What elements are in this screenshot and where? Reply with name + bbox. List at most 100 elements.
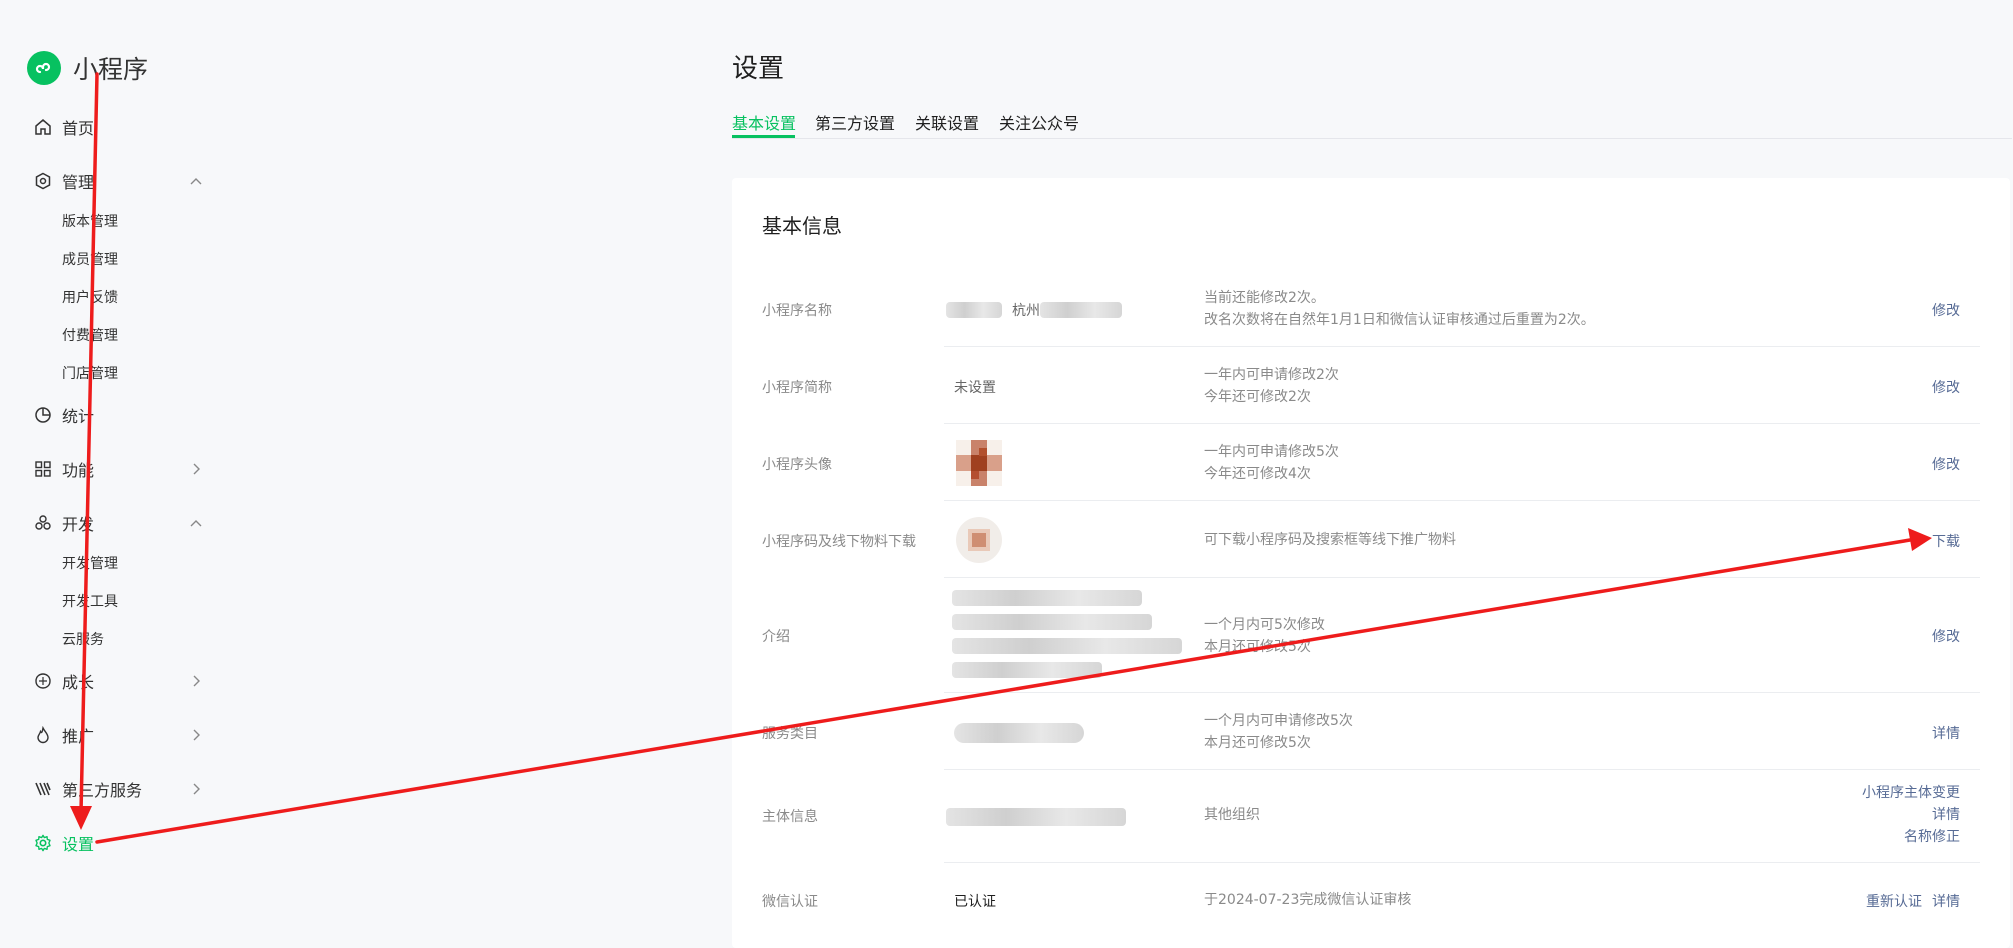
brand[interactable]: 小程序 [27, 50, 148, 86]
row-introduction: 介绍 一个月内可5次修改 本月还可修改5次 修改 [732, 578, 2010, 693]
sidebar-item-features[interactable]: 功能 [34, 452, 204, 486]
chevron-up-icon [190, 178, 202, 185]
chevron-right-icon [193, 463, 200, 475]
brand-title: 小程序 [73, 55, 149, 84]
sidebar-subitem-dev-manage[interactable]: 开发管理 [62, 552, 118, 576]
chevron-up-icon [190, 520, 202, 527]
third-party-icon [34, 780, 52, 798]
sidebar-item-promote[interactable]: 推广 [34, 718, 204, 752]
page-title: 设置 [732, 54, 785, 84]
settings-tabs: 基本设置 第三方设置 关联设置 关注公众号 [732, 108, 2012, 139]
row-label: 微信认证 [762, 894, 818, 910]
row-value: 未设置 [954, 380, 996, 396]
sidebar-item-develop[interactable]: 开发 [34, 506, 204, 540]
row-avatar: 小程序头像 一年内可申请修改5次 今年还可修改4次 修改 [732, 424, 2010, 501]
sidebar-item-label: 管理 [62, 173, 95, 192]
redacted-value [1040, 302, 1122, 318]
edit-name-link[interactable]: 修改 [1932, 300, 1960, 320]
row-entity-info: 主体信息 其他组织 小程序主体变更 详情 名称修正 [732, 770, 2010, 863]
chevron-right-icon [193, 675, 200, 687]
sidebar-subitem-payment[interactable]: 付费管理 [62, 324, 118, 348]
row-description: 其他组织 [1204, 807, 1260, 823]
row-service-category: 服务类目 一个月内可申请修改5次 本月还可修改5次 详情 [732, 693, 2010, 770]
verification-details-link[interactable]: 详情 [1932, 891, 1960, 911]
gear-icon [34, 834, 52, 852]
row-label: 小程序头像 [762, 457, 832, 473]
name-correction-link[interactable]: 名称修正 [1904, 826, 1960, 846]
sidebar-item-settings[interactable]: 设置 [34, 826, 204, 860]
entity-details-link[interactable]: 详情 [1932, 804, 1960, 824]
row-wechat-verification: 微信认证 已认证 于2024-07-23完成微信认证审核 重新认证 详情 [732, 863, 2010, 940]
qr-code-thumbnail [956, 517, 1002, 563]
row-label: 小程序简称 [762, 380, 832, 396]
sidebar-subitem-dev-tools[interactable]: 开发工具 [62, 590, 118, 614]
hexagon-settings-icon [34, 172, 52, 190]
row-label: 主体信息 [762, 809, 818, 825]
redacted-value [952, 662, 1102, 678]
redacted-value [946, 302, 1002, 318]
redacted-value [954, 723, 1084, 743]
category-details-link[interactable]: 详情 [1932, 723, 1960, 743]
cluster-icon [34, 514, 52, 532]
row-description: 于2024-07-23完成微信认证审核 [1204, 892, 1412, 908]
redacted-value [952, 638, 1182, 654]
sidebar-subitem-feedback[interactable]: 用户反馈 [62, 286, 118, 310]
active-tab-indicator [732, 135, 795, 138]
edit-avatar-link[interactable]: 修改 [1932, 454, 1960, 474]
sidebar-item-home[interactable]: 首页 [34, 110, 204, 144]
card-title: 基本信息 [762, 214, 842, 238]
avatar [956, 440, 1002, 486]
row-value: 已认证 [954, 894, 996, 910]
download-link[interactable]: 下载 [1932, 531, 1960, 551]
row-label: 服务类目 [762, 726, 818, 742]
change-entity-link[interactable]: 小程序主体变更 [1862, 782, 1960, 802]
redacted-value [946, 808, 1126, 826]
tab-link-settings[interactable]: 关联设置 [915, 110, 979, 134]
sidebar-item-label: 开发 [62, 515, 95, 534]
row-description: 一个月内可申请修改5次 本月还可修改5次 [1204, 713, 1353, 751]
sidebar-item-stats[interactable]: 统计 [34, 398, 204, 432]
chevron-right-icon [193, 729, 200, 741]
sidebar-item-manage[interactable]: 管理 [34, 164, 204, 198]
edit-introduction-link[interactable]: 修改 [1932, 626, 1960, 646]
sidebar-item-third-party[interactable]: 第三方服务 [34, 772, 204, 806]
sidebar-item-label: 成长 [62, 673, 95, 692]
row-label: 介绍 [762, 629, 790, 645]
sidebar-item-label: 统计 [62, 407, 95, 426]
sidebar-item-label: 推广 [62, 727, 95, 746]
row-mini-program-name: 小程序名称 杭州 当前还能修改2次。 改名次数将在自然年1月1日和微信认证审核通… [732, 270, 2010, 347]
sidebar-item-label: 第三方服务 [62, 781, 143, 800]
row-description: 一年内可申请修改2次 今年还可修改2次 [1204, 367, 1339, 405]
tab-follow-official-account[interactable]: 关注公众号 [999, 110, 1079, 134]
sidebar-subitem-version[interactable]: 版本管理 [62, 210, 118, 234]
row-value: 杭州 [1012, 303, 1040, 319]
row-qr-code-download: 小程序码及线下物料下载 可下载小程序码及搜索框等线下推广物料 下载 [732, 501, 2010, 578]
leaf-icon [34, 672, 52, 690]
flame-icon [34, 726, 52, 744]
home-icon [34, 118, 52, 136]
tab-basic-settings[interactable]: 基本设置 [732, 110, 796, 134]
mini-program-logo-icon [27, 51, 61, 85]
basic-info-card: 基本信息 小程序名称 杭州 当前还能修改2次。 改名次数将在自然年1月1日和微信… [732, 178, 2010, 948]
pie-chart-icon [34, 406, 52, 424]
sidebar-subitem-cloud[interactable]: 云服务 [62, 628, 104, 652]
sidebar-item-label: 功能 [62, 461, 95, 480]
row-description: 一年内可申请修改5次 今年还可修改4次 [1204, 444, 1339, 482]
sidebar-item-label: 设置 [62, 835, 95, 854]
sidebar-item-label: 首页 [62, 119, 95, 138]
tab-third-party-settings[interactable]: 第三方设置 [815, 110, 895, 134]
sidebar: 小程序 首页 管理 版本管理 成员管理 用户反馈 付费管理 门店管理 统计 功能… [0, 0, 300, 938]
row-description: 当前还能修改2次。 改名次数将在自然年1月1日和微信认证审核通过后重置为2次。 [1204, 290, 1595, 328]
sidebar-subitem-store[interactable]: 门店管理 [62, 362, 118, 386]
row-description: 可下载小程序码及搜索框等线下推广物料 [1204, 532, 1456, 548]
row-short-name: 小程序简称 未设置 一年内可申请修改2次 今年还可修改2次 修改 [732, 347, 2010, 424]
sidebar-item-growth[interactable]: 成长 [34, 664, 204, 698]
row-label: 小程序名称 [762, 303, 832, 319]
row-label: 小程序码及线下物料下载 [762, 534, 916, 550]
redacted-value [952, 590, 1142, 606]
grid-apps-icon [34, 460, 52, 478]
edit-short-name-link[interactable]: 修改 [1932, 377, 1960, 397]
reverify-link[interactable]: 重新认证 [1866, 891, 1922, 911]
sidebar-subitem-members[interactable]: 成员管理 [62, 248, 118, 272]
row-description: 一个月内可5次修改 本月还可修改5次 [1204, 617, 1325, 655]
